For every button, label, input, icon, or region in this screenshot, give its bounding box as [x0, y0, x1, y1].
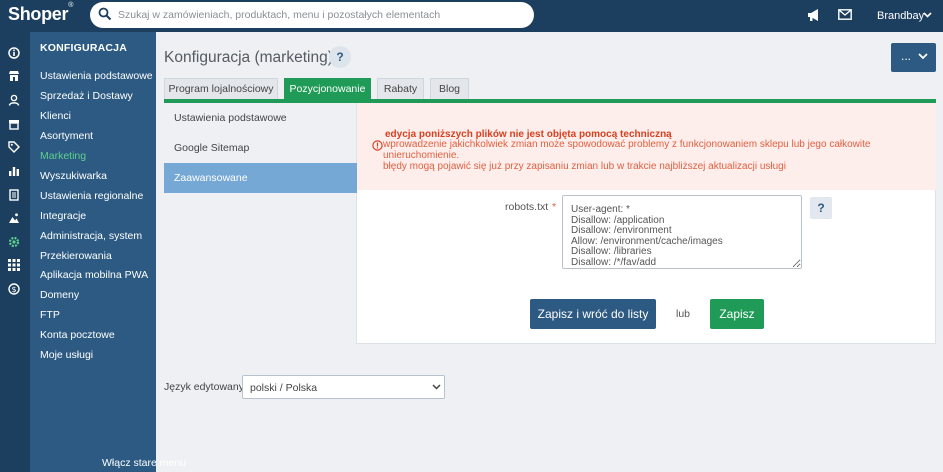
robots-textarea[interactable]	[562, 195, 802, 269]
svg-text:$: $	[11, 285, 16, 294]
tag-icon[interactable]	[7, 140, 21, 154]
chevron-down-icon	[432, 384, 441, 390]
tab-rabaty[interactable]: Rabaty	[377, 78, 424, 99]
sidebar-item-integracje[interactable]: Integracje	[40, 210, 86, 222]
or-label: lub	[676, 308, 691, 320]
warning-icon	[372, 140, 383, 151]
sidebar-item-asortyment[interactable]: Asortyment	[40, 130, 93, 142]
tab-blog[interactable]: Blog	[430, 78, 469, 99]
info-icon[interactable]	[7, 46, 21, 60]
sidebar-item-aplikacja-mobilna-pwa[interactable]: Aplikacja mobilna PWA	[40, 269, 148, 281]
robots-help-button[interactable]: ?	[810, 197, 832, 219]
sidebar-heading: KONFIGURACJA	[40, 42, 127, 54]
sidebar-item-przekierowania[interactable]: Przekierowania	[40, 250, 112, 262]
warning-alert: edycja poniższych plików nie jest objęta…	[357, 103, 936, 190]
sidebar-item-wyszukiwarka[interactable]: Wyszukiwarka	[40, 170, 107, 182]
chart-icon[interactable]	[7, 164, 21, 178]
sidebar-item-konta-pocztowe[interactable]: Konta pocztowe	[40, 329, 115, 341]
old-menu-toggle[interactable]: Włącz stare menu	[102, 457, 186, 469]
more-actions-button[interactable]: ...	[891, 43, 936, 72]
search-icon	[98, 7, 112, 21]
alert-message-secondary: błędy mogą pojawić się już przy zapisani…	[383, 161, 786, 172]
mail-icon[interactable]	[838, 9, 852, 20]
page-title: Konfiguracja (marketing)	[164, 49, 333, 66]
users-icon[interactable]	[7, 93, 21, 107]
sidebar-item-domeny[interactable]: Domeny	[40, 289, 79, 301]
box-icon[interactable]	[7, 117, 21, 131]
more-label: ...	[901, 49, 912, 63]
icon-rail: $	[0, 32, 30, 472]
language-label: Język edytowany:	[164, 381, 247, 393]
megaphone-icon[interactable]	[806, 7, 822, 23]
user-menu[interactable]: Brandbay	[877, 10, 924, 22]
save-and-back-button[interactable]: Zapisz i wróć do listy	[530, 299, 656, 329]
gear-icon[interactable]	[7, 235, 21, 249]
subnav-item-zaawansowane[interactable]: Zaawansowane	[164, 163, 357, 193]
save-button[interactable]: Zapisz	[710, 299, 764, 329]
page-help-button[interactable]: ?	[329, 46, 351, 68]
chevron-down-icon	[918, 53, 928, 60]
image-icon[interactable]	[7, 211, 21, 225]
sidebar-item-ustawienia-podstawowe[interactable]: Ustawienia podstawowe	[40, 70, 153, 82]
store-icon[interactable]	[7, 69, 21, 83]
top-bar: Shoper® Brandbay	[0, 0, 943, 32]
language-select[interactable]: polski / Polska	[242, 375, 445, 399]
shoper-logo[interactable]: Shoper®	[8, 2, 73, 25]
document-icon[interactable]	[7, 188, 21, 202]
search-input[interactable]	[118, 5, 518, 25]
sidebar-item-klienci[interactable]: Klienci	[40, 110, 71, 122]
tab-program-lojalnosciowy[interactable]: Program lojalnościowy	[164, 78, 278, 99]
sidebar-item-sprzedaz-i-dostawy[interactable]: Sprzedaż i Dostawy	[40, 90, 133, 102]
global-search[interactable]	[90, 2, 534, 28]
subnav-item-ustawienia-podstawowe[interactable]: Ustawienia podstawowe	[164, 103, 357, 133]
language-selected-value: polski / Polska	[250, 382, 318, 394]
sidebar-item-ustawienia-regionalne[interactable]: Ustawienia regionalne	[40, 190, 143, 202]
sub-navigation: Ustawienia podstawowe Google Sitemap Zaa…	[164, 103, 357, 344]
required-marker: *	[552, 201, 557, 213]
tab-pozycjonowanie[interactable]: Pozycjonowanie	[284, 78, 371, 99]
chevron-down-icon[interactable]	[923, 12, 932, 18]
sidebar-item-marketing[interactable]: Marketing	[40, 150, 86, 162]
alert-message: wprowadzenie jakichkolwiek zmian może sp…	[383, 139, 871, 161]
sidebar-item-ftp[interactable]: FTP	[40, 309, 60, 321]
subnav-item-google-sitemap[interactable]: Google Sitemap	[164, 133, 357, 163]
sidebar-item-administracja-system[interactable]: Administracja, system	[40, 230, 142, 242]
sidebar-item-moje-uslugi[interactable]: Moje usługi	[40, 349, 93, 361]
apps-icon[interactable]	[7, 258, 21, 272]
sidebar: KONFIGURACJA Ustawienia podstawowe Sprze…	[30, 32, 186, 472]
robots-label: robots.txt	[505, 201, 549, 213]
dollar-icon[interactable]: $	[7, 282, 21, 296]
